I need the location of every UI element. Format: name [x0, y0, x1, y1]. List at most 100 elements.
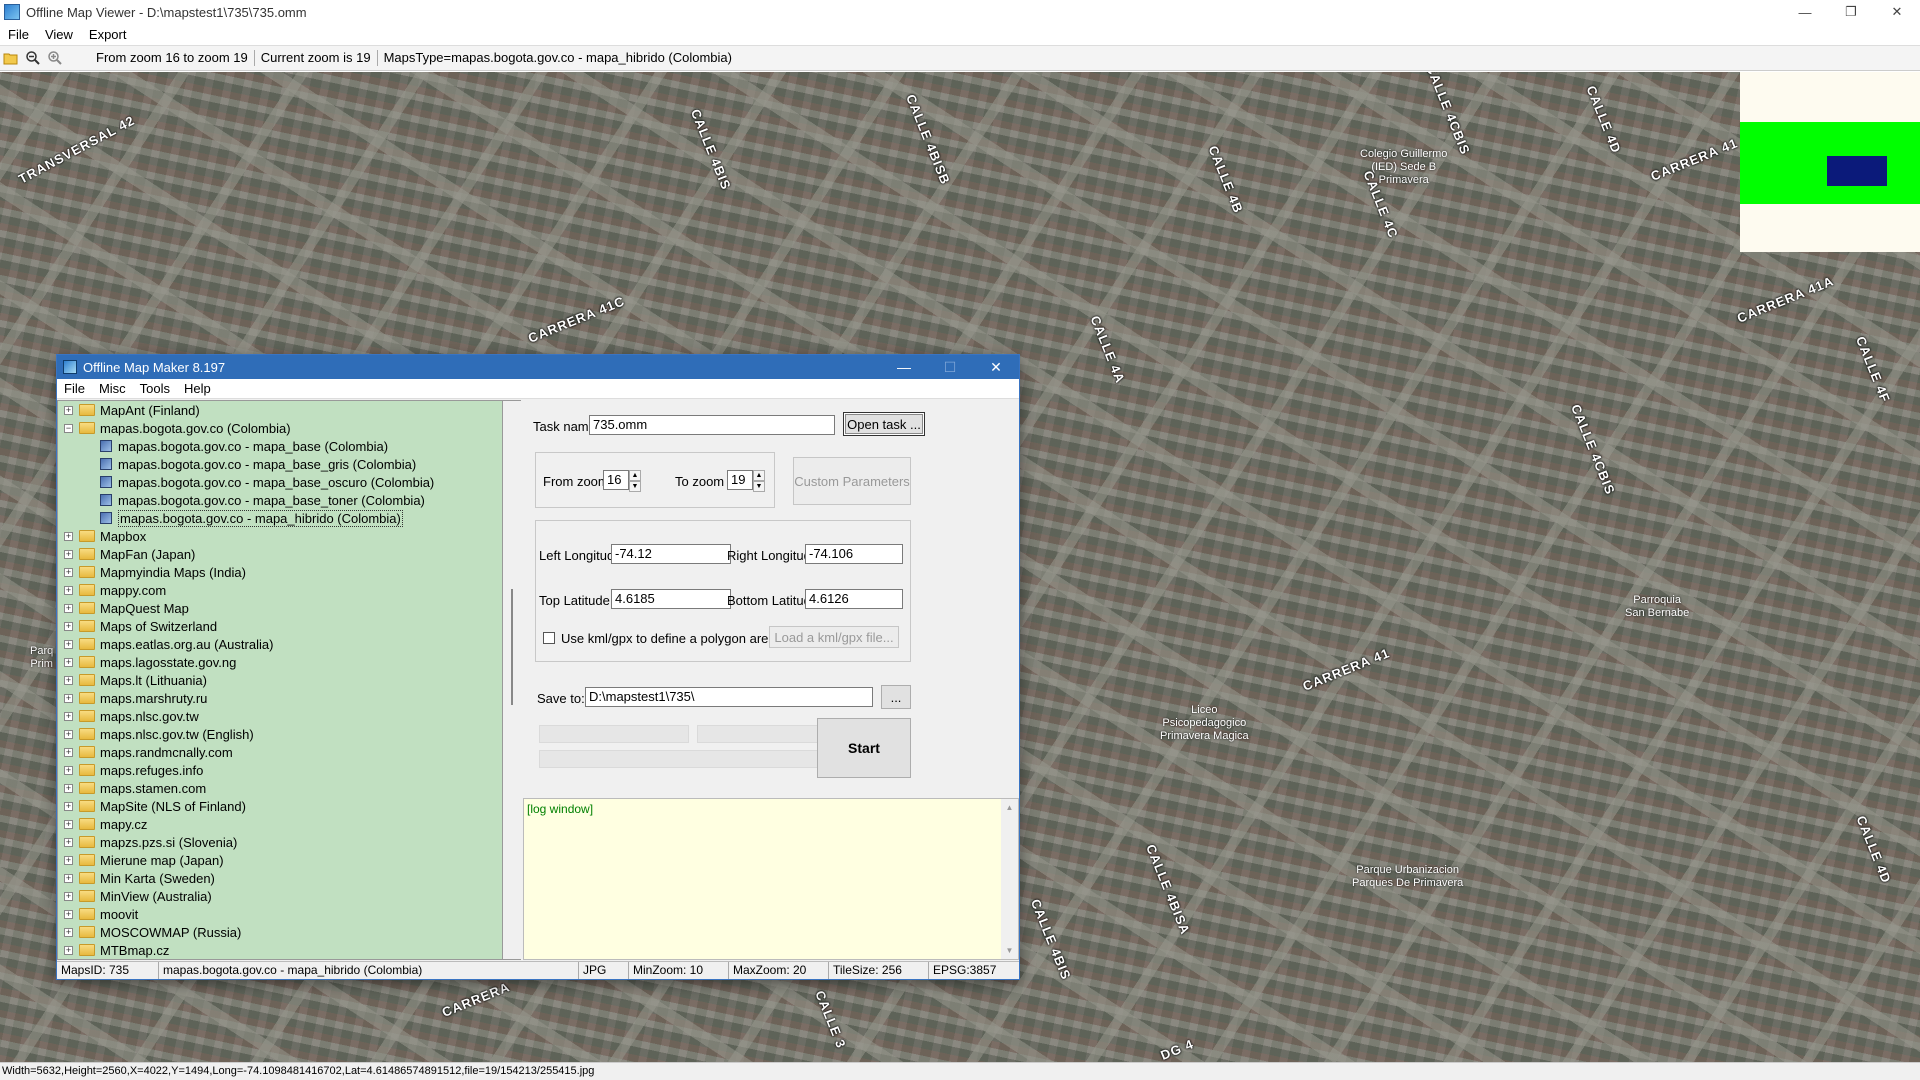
tree-item[interactable]: mapas.bogota.gov.co - mapa_base_gris (Co…: [100, 455, 416, 473]
dialog-menu-help[interactable]: Help: [177, 381, 218, 396]
tree-item[interactable]: mapas.bogota.gov.co - mapa_base_toner (C…: [100, 491, 425, 509]
expand-icon[interactable]: +: [64, 891, 73, 901]
expand-icon[interactable]: +: [64, 531, 73, 541]
tree-item[interactable]: + mapzs.pzs.si (Slovenia): [64, 833, 237, 851]
expand-icon[interactable]: +: [64, 855, 73, 865]
menu-export[interactable]: Export: [81, 27, 135, 42]
expand-icon[interactable]: +: [64, 621, 73, 631]
log-scrollbar[interactable]: ▲ ▼: [1001, 799, 1018, 959]
top-latitude-field[interactable]: 4.6185: [611, 589, 731, 609]
minimize-icon[interactable]: —: [1782, 0, 1828, 24]
expand-icon[interactable]: +: [64, 603, 73, 613]
tree-item[interactable]: mapas.bogota.gov.co - mapa_base (Colombi…: [100, 437, 388, 455]
dialog-menu-misc[interactable]: Misc: [92, 381, 133, 396]
zoom-in-icon[interactable]: [44, 47, 66, 69]
to-zoom-spinner[interactable]: ▲ ▼: [753, 470, 765, 492]
tree-item[interactable]: + maps.stamen.com: [64, 779, 206, 797]
tree-item[interactable]: + Maps.lt (Lithuania): [64, 671, 207, 689]
expand-icon[interactable]: +: [64, 675, 73, 685]
expand-icon[interactable]: +: [64, 729, 73, 739]
expand-icon[interactable]: +: [64, 747, 73, 757]
expand-icon[interactable]: +: [64, 873, 73, 883]
dialog-minimize-icon[interactable]: —: [881, 355, 927, 379]
load-kml-button[interactable]: Load a kml/gpx file...: [769, 626, 899, 648]
collapse-icon[interactable]: −: [64, 423, 73, 433]
tree-item[interactable]: + moovit: [64, 905, 138, 923]
tree-item[interactable]: mapas.bogota.gov.co - mapa_hibrido (Colo…: [100, 509, 403, 527]
overview-viewport[interactable]: [1827, 156, 1887, 186]
right-longitude-field[interactable]: -74.106: [805, 544, 903, 564]
dialog-menu-tools[interactable]: Tools: [133, 381, 177, 396]
expand-icon[interactable]: +: [64, 927, 73, 937]
log-window[interactable]: [log window] ▲ ▼: [523, 798, 1019, 960]
tree-item[interactable]: + MOSCOWMAP (Russia): [64, 923, 241, 941]
scroll-up-icon[interactable]: ▲: [1001, 799, 1018, 816]
task-name-field[interactable]: 735.omm: [589, 415, 835, 435]
browse-button[interactable]: ...: [881, 685, 911, 709]
tree-item[interactable]: + Mierune map (Japan): [64, 851, 224, 869]
menu-file[interactable]: File: [0, 27, 37, 42]
tree-item-label: mappy.com: [100, 582, 167, 598]
tree-scrollbar-thumb[interactable]: [511, 589, 513, 705]
tree-item[interactable]: + MapAnt (Finland): [64, 401, 200, 419]
save-to-field[interactable]: D:\mapstest1\735\: [585, 687, 873, 707]
tree-item[interactable]: − mapas.bogota.gov.co (Colombia): [64, 419, 291, 437]
tree-item[interactable]: + Mapbox: [64, 527, 146, 545]
expand-icon[interactable]: +: [64, 585, 73, 595]
tree-scrollbar[interactable]: [503, 400, 521, 960]
tree-item[interactable]: + maps.marshruty.ru: [64, 689, 207, 707]
expand-icon[interactable]: +: [64, 567, 73, 577]
start-button[interactable]: Start: [817, 718, 911, 778]
tree-item[interactable]: + maps.eatlas.org.au (Australia): [64, 635, 273, 653]
tree-item[interactable]: + MapQuest Map: [64, 599, 189, 617]
zoom-out-icon[interactable]: [22, 47, 44, 69]
expand-icon[interactable]: +: [64, 945, 73, 955]
tree-item[interactable]: + maps.nlsc.gov.tw: [64, 707, 199, 725]
tree-item[interactable]: + MapSite (NLS of Finland): [64, 797, 246, 815]
restore-icon[interactable]: ❐: [1828, 0, 1874, 24]
expand-icon[interactable]: +: [64, 711, 73, 721]
kml-checkbox-label[interactable]: Use kml/gpx to define a polygon area: [561, 631, 776, 646]
tree-item[interactable]: + maps.randmcnally.com: [64, 743, 233, 761]
tree-item[interactable]: mapas.bogota.gov.co - mapa_base_oscuro (…: [100, 473, 434, 491]
expand-icon[interactable]: +: [64, 765, 73, 775]
tree-item[interactable]: + maps.nlsc.gov.tw (English): [64, 725, 254, 743]
kml-checkbox[interactable]: [543, 632, 555, 644]
to-zoom-field[interactable]: 19: [727, 470, 753, 490]
tree-item[interactable]: + maps.refuges.info: [64, 761, 203, 779]
open-folder-icon[interactable]: [0, 47, 22, 69]
tree-item[interactable]: + Mapmyindia Maps (India): [64, 563, 246, 581]
from-zoom-field[interactable]: 16: [603, 470, 629, 490]
tree-item[interactable]: + MTBmap.cz: [64, 941, 169, 959]
expand-icon[interactable]: +: [64, 405, 73, 415]
left-longitude-field[interactable]: -74.12: [611, 544, 731, 564]
bottom-latitude-field[interactable]: 4.6126: [805, 589, 903, 609]
tree-item[interactable]: + Maps of Switzerland: [64, 617, 217, 635]
custom-parameters-button[interactable]: Custom Parameters: [793, 457, 911, 505]
tree-item[interactable]: + MinView (Australia): [64, 887, 212, 905]
dialog-menu-file[interactable]: File: [57, 381, 92, 396]
tree-item[interactable]: + MapFan (Japan): [64, 545, 195, 563]
dialog-title-bar: Offline Map Maker 8.197 — ☐ ✕: [57, 355, 1019, 379]
expand-icon[interactable]: +: [64, 657, 73, 667]
from-zoom-spinner[interactable]: ▲ ▼: [629, 470, 641, 492]
expand-icon[interactable]: +: [64, 693, 73, 703]
tree-item[interactable]: + mapy.cz: [64, 815, 147, 833]
expand-icon[interactable]: +: [64, 909, 73, 919]
tree-item[interactable]: + mappy.com: [64, 581, 166, 599]
open-task-button[interactable]: Open task ...: [843, 412, 925, 436]
map-source-tree[interactable]: + MapAnt (Finland) − mapas.bogota.gov.co (C…: [57, 400, 503, 960]
tree-item[interactable]: + maps.lagosstate.gov.ng: [64, 653, 236, 671]
tree-item[interactable]: + Min Karta (Sweden): [64, 869, 215, 887]
close-icon[interactable]: ✕: [1874, 0, 1920, 24]
menu-view[interactable]: View: [37, 27, 81, 42]
expand-icon[interactable]: +: [64, 837, 73, 847]
expand-icon[interactable]: +: [64, 783, 73, 793]
dialog-close-icon[interactable]: ✕: [973, 355, 1019, 379]
expand-icon[interactable]: +: [64, 639, 73, 649]
expand-icon[interactable]: +: [64, 819, 73, 829]
overview-minimap[interactable]: [1740, 72, 1920, 252]
expand-icon[interactable]: +: [64, 549, 73, 559]
scroll-down-icon[interactable]: ▼: [1001, 942, 1018, 959]
expand-icon[interactable]: +: [64, 801, 73, 811]
